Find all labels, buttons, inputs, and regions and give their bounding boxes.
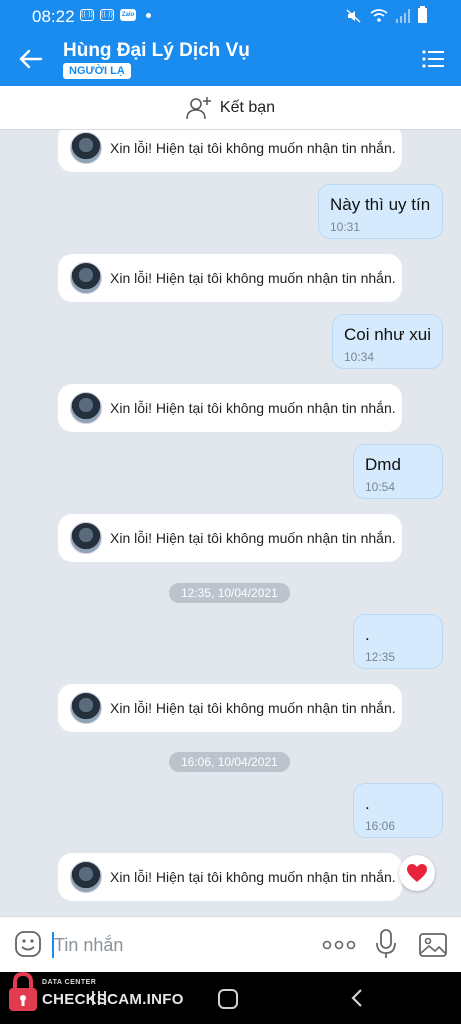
add-friend-label: Kết bạn — [219, 98, 276, 116]
contact-avatar[interactable] — [70, 522, 102, 554]
message-input-bar — [0, 916, 461, 972]
lock-icon — [9, 971, 37, 1011]
more-notifications-icon — [146, 12, 151, 18]
back-arrow-icon[interactable] — [16, 44, 46, 74]
my-message[interactable]: . 12:35 — [353, 614, 443, 669]
auto-reply-message[interactable]: Xin lỗi! Hiện tại tôi không muốn nhận ti… — [58, 130, 402, 172]
watermark-logo: DATA CENTER CHECKSCAM.INFO — [4, 967, 194, 1019]
message-text: Xin lỗi! Hiện tại tôi không muốn nhận ti… — [110, 140, 396, 156]
my-message[interactable]: Coi như xui 10:34 — [332, 314, 443, 369]
message-time: 10:31 — [330, 220, 361, 234]
message-text: Xin lỗi! Hiện tại tôi không muốn nhận ti… — [110, 530, 396, 546]
message-input[interactable] — [54, 930, 294, 960]
image-icon[interactable] — [418, 931, 448, 959]
microphone-icon[interactable] — [374, 928, 398, 960]
app-header: 08:22 ((·)) ((·)) Zalo Hùng Đại Lý Dịch … — [0, 0, 461, 86]
watermark-subtitle: DATA CENTER — [42, 979, 97, 986]
status-bar: 08:22 ((·)) ((·)) Zalo — [0, 0, 461, 32]
system-icons — [346, 6, 427, 23]
message-text: Xin lỗi! Hiện tại tôi không muốn nhận ti… — [110, 700, 396, 716]
notification-icons: ((·)) ((·)) Zalo — [80, 9, 151, 21]
contact-avatar[interactable] — [70, 132, 102, 164]
contact-avatar[interactable] — [70, 692, 102, 724]
my-message[interactable]: . 16:06 — [353, 783, 443, 838]
chat-area[interactable]: Xin lỗi! Hiện tại tôi không muốn nhận ti… — [0, 130, 461, 916]
my-message[interactable]: Này thì uy tín 10:31 — [318, 184, 443, 239]
message-time: 16:06 — [365, 819, 396, 833]
message-text: Dmd — [365, 455, 401, 474]
nav-back-icon[interactable] — [350, 988, 364, 1008]
signal-icon — [396, 8, 410, 23]
message-text: . — [365, 794, 370, 813]
auto-reply-message[interactable]: Xin lỗi! Hiện tại tôi không muốn nhận ti… — [58, 254, 402, 302]
message-text: Xin lỗi! Hiện tại tôi không muốn nhận ti… — [110, 869, 396, 885]
message-time: 10:54 — [365, 480, 396, 494]
emoji-icon[interactable] — [14, 930, 42, 958]
my-message[interactable]: Dmd 10:54 — [353, 444, 443, 499]
hotspot-icon: ((·)) — [100, 9, 114, 21]
message-text: Này thì uy tín — [330, 195, 431, 214]
home-icon[interactable] — [218, 989, 238, 1009]
wifi-calling-icon: ((·)) — [80, 9, 94, 21]
add-friend-button[interactable]: Kết bạn — [0, 86, 461, 130]
contact-avatar[interactable] — [70, 262, 102, 294]
add-person-icon — [186, 96, 211, 119]
message-time: 12:35 — [365, 650, 396, 664]
contact-name[interactable]: Hùng Đại Lý Dịch Vụ — [63, 40, 250, 62]
stranger-badge: NGƯỜI LẠ — [63, 63, 131, 79]
message-text: Xin lỗi! Hiện tại tôi không muốn nhận ti… — [110, 400, 396, 416]
heart-reaction[interactable] — [399, 855, 435, 891]
contact-avatar[interactable] — [70, 392, 102, 424]
more-options-icon[interactable] — [322, 937, 356, 953]
auto-reply-message[interactable]: Xin lỗi! Hiện tại tôi không muốn nhận ti… — [58, 384, 402, 432]
mute-icon — [346, 8, 361, 23]
auto-reply-message[interactable]: Xin lỗi! Hiện tại tôi không muốn nhận ti… — [58, 853, 402, 901]
date-separator: 12:35, 10/04/2021 — [169, 583, 290, 603]
watermark-title: CHECKSCAM.INFO — [42, 991, 184, 1008]
message-text: Xin lỗi! Hiện tại tôi không muốn nhận ti… — [110, 270, 396, 286]
message-time: 10:34 — [344, 350, 375, 364]
message-text: Coi như xui — [344, 325, 431, 344]
list-menu-icon[interactable] — [421, 47, 445, 71]
contact-avatar[interactable] — [70, 861, 102, 893]
wifi-icon — [370, 8, 388, 22]
auto-reply-message[interactable]: Xin lỗi! Hiện tại tôi không muốn nhận ti… — [58, 684, 402, 732]
message-text: . — [365, 625, 370, 644]
status-time: 08:22 — [32, 7, 75, 26]
battery-icon — [418, 6, 427, 23]
heart-icon — [407, 864, 427, 882]
date-separator: 16:06, 10/04/2021 — [169, 752, 290, 772]
auto-reply-message[interactable]: Xin lỗi! Hiện tại tôi không muốn nhận ti… — [58, 514, 402, 562]
zalo-notification-icon: Zalo — [120, 9, 136, 21]
